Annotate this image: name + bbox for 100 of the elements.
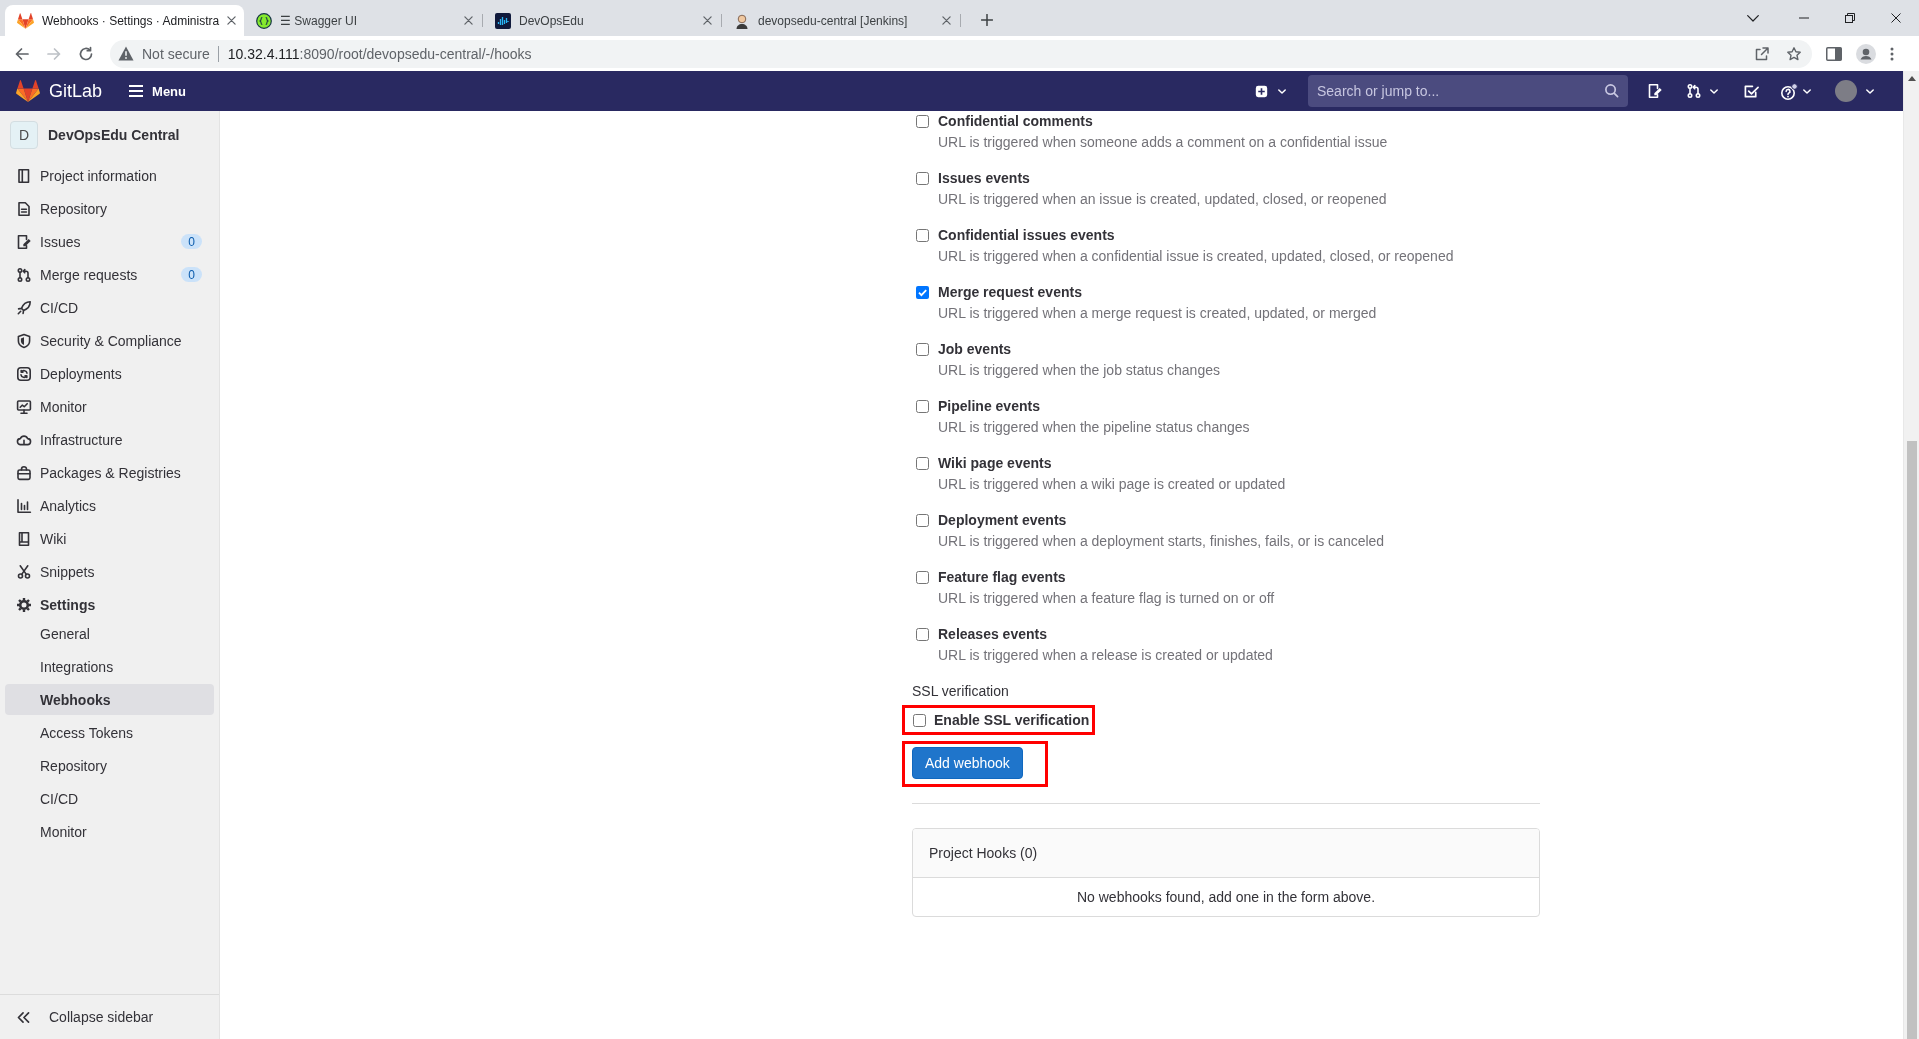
event-label: Job events bbox=[938, 340, 1012, 359]
caret-icon bbox=[1803, 88, 1811, 94]
scrollbar[interactable] bbox=[1903, 71, 1919, 1039]
event-description: URL is triggered when a release is created or updated bbox=[938, 646, 1273, 665]
checkbox[interactable] bbox=[916, 285, 929, 299]
close-icon[interactable] bbox=[227, 16, 237, 25]
project-name[interactable]: DevOpsEdu Central bbox=[48, 127, 180, 143]
scroll-up-icon[interactable] bbox=[1907, 76, 1916, 81]
user-avatar bbox=[1835, 80, 1857, 102]
notebook-icon bbox=[16, 530, 32, 547]
checkbox[interactable] bbox=[916, 513, 929, 527]
browser-tab[interactable]: ☰ Swagger UI bbox=[244, 5, 483, 36]
event-label: Wiki page events bbox=[938, 454, 1052, 473]
monitor-icon bbox=[16, 398, 32, 415]
sidebar-item[interactable]: Wiki bbox=[5, 523, 214, 554]
event-description: URL is triggered when a merge request is created, updated, or merged bbox=[938, 304, 1377, 323]
event-label: Confidential comments bbox=[938, 112, 1093, 131]
sidebar-item[interactable]: Packages & Registries bbox=[5, 457, 214, 488]
event-label: Deployment events bbox=[938, 511, 1067, 530]
submenu-item[interactable]: Access Tokens bbox=[5, 717, 214, 748]
event-label: Issues events bbox=[938, 169, 1030, 188]
browser-tab[interactable]: devopsedu-central [Jenkins] bbox=[722, 5, 961, 36]
sidebar-item[interactable]: Security & Compliance bbox=[5, 325, 214, 356]
scrollbar-thumb[interactable] bbox=[1906, 441, 1917, 1039]
project-avatar: D bbox=[10, 121, 38, 149]
plus-icon[interactable] bbox=[981, 14, 993, 26]
event-label: Merge request events bbox=[938, 283, 1082, 302]
browser-tab[interactable]: Webhooks · Settings · Administra bbox=[5, 5, 244, 36]
checkbox[interactable] bbox=[916, 342, 929, 356]
checkbox[interactable] bbox=[916, 456, 929, 470]
menu-button[interactable]: Menu bbox=[129, 79, 186, 103]
fox-logo-icon bbox=[17, 12, 34, 29]
url-text[interactable]: 10.32.4.111:8090/root/devopsedu-central/-/hooks bbox=[227, 45, 532, 62]
sidebar-item[interactable]: Monitor bbox=[5, 391, 214, 422]
caret-icon bbox=[1278, 88, 1286, 94]
event-description: URL is triggered when a feature flag is turned on or off bbox=[938, 589, 1275, 608]
sidebar-item[interactable]: Analytics bbox=[5, 490, 214, 521]
sidebar-item[interactable]: Settings bbox=[5, 589, 214, 620]
document-edit-icon[interactable] bbox=[1647, 83, 1663, 99]
section-label: SSL verification bbox=[912, 682, 1009, 701]
submenu-item[interactable]: Webhooks bbox=[5, 684, 214, 715]
close-icon[interactable] bbox=[1891, 13, 1901, 23]
submenu-item[interactable]: Monitor bbox=[5, 816, 214, 847]
sidebar-item[interactable]: Issues 0 bbox=[5, 226, 214, 257]
empty-state-text: No webhooks found, add one in the form above. bbox=[1076, 889, 1376, 905]
submenu-item[interactable]: General bbox=[5, 618, 214, 649]
checkbox[interactable] bbox=[916, 114, 929, 128]
sidebar-item[interactable]: Snippets bbox=[5, 556, 214, 587]
back-arrow-icon[interactable] bbox=[14, 45, 30, 62]
merge-requests-button[interactable] bbox=[1686, 83, 1718, 99]
event-description: URL is triggered when a deployment starts, finishes, fails, or is canceled bbox=[938, 532, 1385, 551]
submenu-item[interactable]: CI/CD bbox=[5, 783, 214, 814]
fox-logo-icon[interactable] bbox=[16, 80, 40, 102]
sidebar-item[interactable]: Repository bbox=[5, 193, 214, 224]
scissors-icon bbox=[16, 563, 32, 580]
profile-icon[interactable] bbox=[1856, 43, 1876, 64]
brand-name[interactable]: GitLab bbox=[49, 80, 103, 102]
user-menu-button[interactable] bbox=[1835, 80, 1874, 102]
panel-title: Project Hooks (0) bbox=[929, 845, 1038, 861]
browser-tab[interactable]: DevOpsEdu bbox=[483, 5, 722, 36]
event-description: URL is triggered when someone adds a comment on a confidential issue bbox=[938, 133, 1388, 152]
event-description: URL is triggered when a wiki page is created or updated bbox=[938, 475, 1286, 494]
checkbox[interactable] bbox=[916, 627, 929, 641]
restore-icon[interactable] bbox=[1845, 13, 1855, 23]
checkbox[interactable] bbox=[916, 399, 929, 413]
sidebar-item[interactable]: Infrastructure bbox=[5, 424, 214, 455]
sidebar-item[interactable]: CI/CD bbox=[5, 292, 214, 323]
address-bar[interactable]: Not secure 10.32.4.111:8090/root/devopsedu-central/-/hooks bbox=[110, 39, 1812, 68]
checkbox-label: Enable SSL verification bbox=[934, 711, 1090, 730]
sidebar-item[interactable]: Project information bbox=[5, 160, 214, 191]
sidebar-item[interactable]: Deployments bbox=[5, 358, 214, 389]
checkbox[interactable] bbox=[916, 171, 929, 185]
collapse-sidebar-button[interactable]: Collapse sidebar bbox=[0, 994, 219, 1039]
submenu-item[interactable]: Integrations bbox=[5, 651, 214, 682]
search-field[interactable]: Search or jump to... bbox=[1308, 75, 1628, 107]
checkbox[interactable] bbox=[913, 713, 926, 727]
event-label: Feature flag events bbox=[938, 568, 1066, 587]
star-icon[interactable] bbox=[1786, 45, 1802, 62]
bar-chart-icon bbox=[16, 497, 32, 514]
sidebar-item[interactable]: Merge requests 0 bbox=[5, 259, 214, 290]
count-badge: 0 bbox=[181, 234, 202, 249]
reload-icon[interactable] bbox=[78, 45, 94, 62]
menu-icon bbox=[129, 85, 144, 97]
create-new-button[interactable] bbox=[1255, 84, 1286, 98]
add-webhook-button[interactable]: Add webhook bbox=[912, 747, 1023, 779]
share-icon[interactable] bbox=[1754, 45, 1770, 62]
chevrons-left-icon bbox=[17, 1011, 30, 1023]
help-button[interactable] bbox=[1780, 82, 1811, 100]
side-panel-icon[interactable] bbox=[1826, 46, 1842, 61]
event-description: URL is triggered when a confidential issue is created, updated, closed, or reopened bbox=[938, 247, 1454, 266]
bars-logo-icon bbox=[495, 12, 511, 29]
chevron-down-icon[interactable] bbox=[1747, 14, 1759, 22]
event-description: URL is triggered when the pipeline status changes bbox=[938, 418, 1250, 437]
person-icon bbox=[734, 12, 750, 29]
more-menu-icon[interactable] bbox=[1890, 46, 1894, 61]
security-label: Not secure bbox=[142, 45, 210, 62]
checkbox[interactable] bbox=[916, 228, 929, 242]
git-merge-icon bbox=[16, 266, 32, 283]
checkbox[interactable] bbox=[916, 570, 929, 584]
submenu-item[interactable]: Repository bbox=[5, 750, 214, 781]
